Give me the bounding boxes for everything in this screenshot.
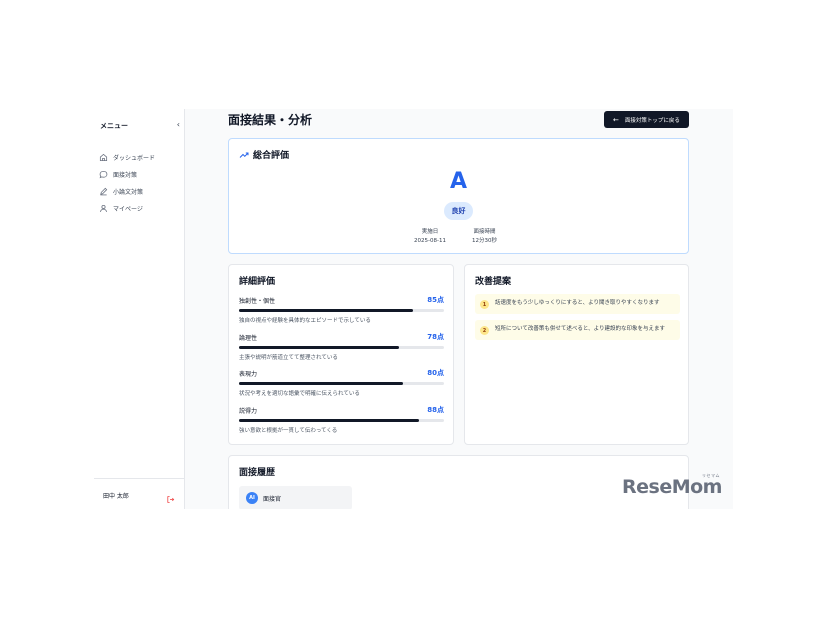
score-bar	[239, 309, 444, 312]
suggestion-text: 話速度をもう少しゆっくりにすると、より聞き取りやすくなります	[495, 300, 660, 306]
sidebar-item-label: マイページ	[113, 206, 143, 213]
home-icon	[99, 153, 108, 162]
score-bar-fill	[239, 346, 399, 349]
criterion-score: 85点	[427, 296, 444, 304]
interview-date-label: 実施日	[421, 229, 439, 235]
user-icon	[99, 204, 108, 213]
criterion-description: 主張や説明が筋道立てて整理されている	[239, 355, 338, 361]
sidebar-item-essay[interactable]: 小論文対策	[99, 183, 181, 200]
improve-title: 改善提案	[475, 277, 512, 287]
sidebar-item-label: ダッシュボード	[113, 155, 156, 162]
resemom-watermark-logo: リセマム ReseMom	[622, 473, 722, 501]
logout-icon[interactable]	[166, 489, 175, 503]
score-bar	[239, 346, 444, 349]
score-bar-fill	[239, 382, 403, 385]
interview-history-card: 面接履歴 AI 面接官	[228, 455, 689, 509]
suggestion-text: 短所について改善策も併せて述べると、より建設的な印象を与えます	[495, 326, 666, 332]
history-message-item: AI 面接官	[239, 486, 352, 509]
criterion-description: 強い意欲と根拠が一貫して伝わってくる	[239, 428, 338, 434]
sidebar-title: メニュー	[100, 122, 128, 130]
interview-date-value: 2025-08-11	[414, 238, 446, 244]
sidebar-item-mypage[interactable]: マイページ	[99, 200, 181, 217]
sidebar-item-dashboard[interactable]: ダッシュボード	[99, 149, 181, 166]
back-button-label: 面接対策トップに戻る	[624, 117, 680, 124]
chat-bubble-icon	[99, 170, 108, 179]
detail-title: 詳細評価	[239, 277, 276, 287]
sidebar-item-label: 面接対策	[113, 172, 138, 179]
overall-evaluation-card: 総合評価 A 良好 実施日 2025-08-11 面接時間 12分30秒	[228, 138, 689, 254]
criterion-score: 78点	[427, 333, 444, 341]
criterion-description: 状況や考えを適切な語彙で明確に伝えられている	[239, 391, 360, 397]
criterion-description: 独自の視点や経験を具体的なエピソードで示している	[239, 318, 371, 324]
app-window: メニュー ‹ ダッシュボード 面接対策 小論文対策 マイページ 田中 太郎 面接…	[94, 109, 733, 509]
history-title: 面接履歴	[239, 468, 276, 478]
suggestion-number: 2	[480, 326, 489, 335]
interview-duration: 面接時間 12分30秒	[472, 228, 497, 246]
criterion-name: 論理性	[239, 335, 258, 342]
ai-avatar: AI	[246, 492, 258, 504]
chevron-left-icon[interactable]: ‹	[177, 120, 180, 129]
sidebar-item-interview[interactable]: 面接対策	[99, 166, 181, 183]
score-bar	[239, 419, 444, 422]
sidebar-item-label: 小論文対策	[113, 189, 144, 196]
pen-icon	[99, 187, 108, 196]
user-name: 田中 太郎	[103, 493, 129, 500]
back-to-interview-top-button[interactable]: ← 面接対策トップに戻る	[604, 111, 689, 128]
criterion-name: 表現力	[239, 371, 258, 378]
criterion-score: 80点	[427, 369, 444, 377]
watermark-text: ReseMom	[622, 476, 722, 498]
sidebar-header: メニュー ‹	[100, 120, 180, 133]
history-speaker-label: 面接官	[263, 495, 282, 503]
interview-duration-label: 面接時間	[473, 229, 496, 235]
criterion-name: 説得力	[239, 408, 258, 415]
sidebar-footer: 田中 太郎	[94, 478, 184, 509]
overall-title-row: 総合評価	[239, 148, 289, 161]
sidebar-nav: ダッシュボード 面接対策 小論文対策 マイページ	[99, 149, 181, 217]
score-bar-fill	[239, 419, 420, 422]
suggestion-item: 1 話速度をもう少しゆっくりにすると、より聞き取りやすくなります	[475, 294, 680, 314]
suggestion-item: 2 短所について改善策も併せて述べると、より建設的な印象を与えます	[475, 320, 680, 340]
score-bar	[239, 382, 444, 385]
detailed-evaluation-card: 詳細評価 独創性・個性 85点 独自の視点や経験を具体的なエピソードで示している…	[228, 264, 454, 445]
page-title: 面接結果・分析	[228, 113, 313, 127]
overall-grade: A	[449, 169, 468, 194]
criterion-name: 独創性・個性	[239, 298, 276, 305]
score-bar-fill	[239, 309, 414, 312]
improvement-suggestions-card: 改善提案 1 話速度をもう少しゆっくりにすると、より聞き取りやすくなります 2 …	[464, 264, 689, 445]
interview-date: 実施日 2025-08-11	[414, 228, 446, 246]
sidebar: メニュー ‹ ダッシュボード 面接対策 小論文対策 マイページ 田中 太郎	[94, 109, 185, 509]
arrow-left-icon: ←	[613, 115, 619, 124]
grade-badge: 良好	[444, 202, 473, 220]
suggestion-number: 1	[480, 300, 489, 309]
criterion-score: 88点	[427, 406, 444, 414]
trending-up-icon	[239, 150, 249, 160]
interview-duration-value: 12分30秒	[472, 238, 497, 244]
overall-title: 総合評価	[253, 151, 290, 161]
